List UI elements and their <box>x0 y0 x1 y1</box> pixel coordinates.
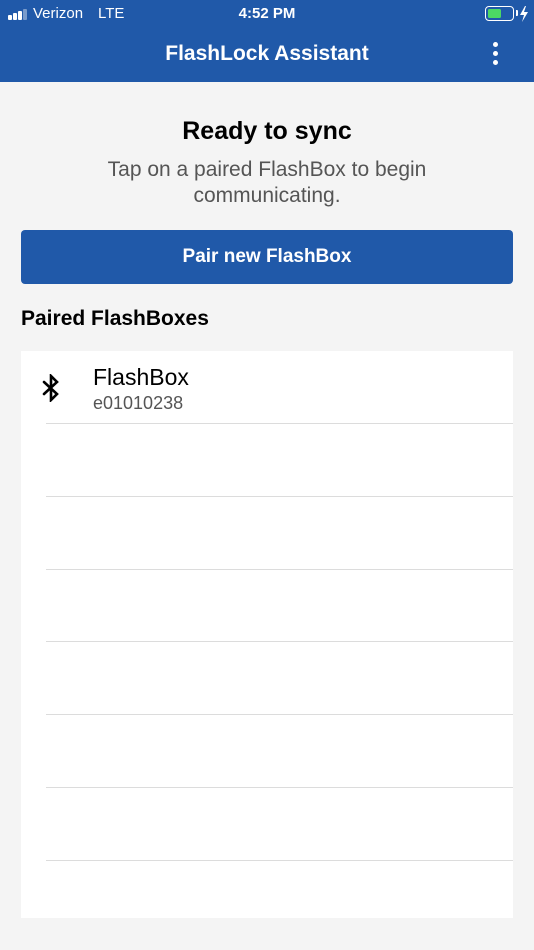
ready-subtitle: Tap on a paired FlashBox to begin commun… <box>107 158 427 207</box>
status-bar: Verizon LTE 4:52 PM <box>0 0 534 28</box>
app-title: FlashLock Assistant <box>165 42 369 65</box>
app-header: Verizon LTE 4:52 PM FlashLock Assistant <box>0 0 534 82</box>
empty-list-row <box>21 715 513 788</box>
more-vertical-icon-dot <box>493 51 498 56</box>
empty-list-row <box>21 569 513 642</box>
paired-device-list: FlashBox e01010238 <box>21 351 513 918</box>
status-time: 4:52 PM <box>238 5 296 22</box>
empty-list-row <box>21 424 513 497</box>
more-vertical-icon-dot <box>493 60 498 65</box>
device-row[interactable]: FlashBox e01010238 <box>21 351 513 424</box>
empty-list-row <box>21 860 513 933</box>
empty-list-row <box>21 642 513 715</box>
empty-list-row <box>21 497 513 570</box>
ready-title: Ready to sync <box>182 117 352 145</box>
paired-section-title: Paired FlashBoxes <box>21 307 209 330</box>
battery-icon <box>485 6 514 21</box>
screen: Verizon LTE 4:52 PM FlashLock Assistant … <box>0 0 534 950</box>
empty-list-row <box>21 788 513 861</box>
pair-new-flashbox-button[interactable]: Pair new FlashBox <box>21 230 513 284</box>
charging-bolt-icon <box>520 6 528 22</box>
battery-tip <box>516 10 518 16</box>
battery-level <box>488 9 501 18</box>
more-options-button[interactable] <box>488 40 504 68</box>
device-id: e01010238 <box>93 393 184 413</box>
bluetooth-icon <box>42 374 59 402</box>
more-vertical-icon <box>493 42 498 47</box>
device-name: FlashBox <box>93 364 189 390</box>
